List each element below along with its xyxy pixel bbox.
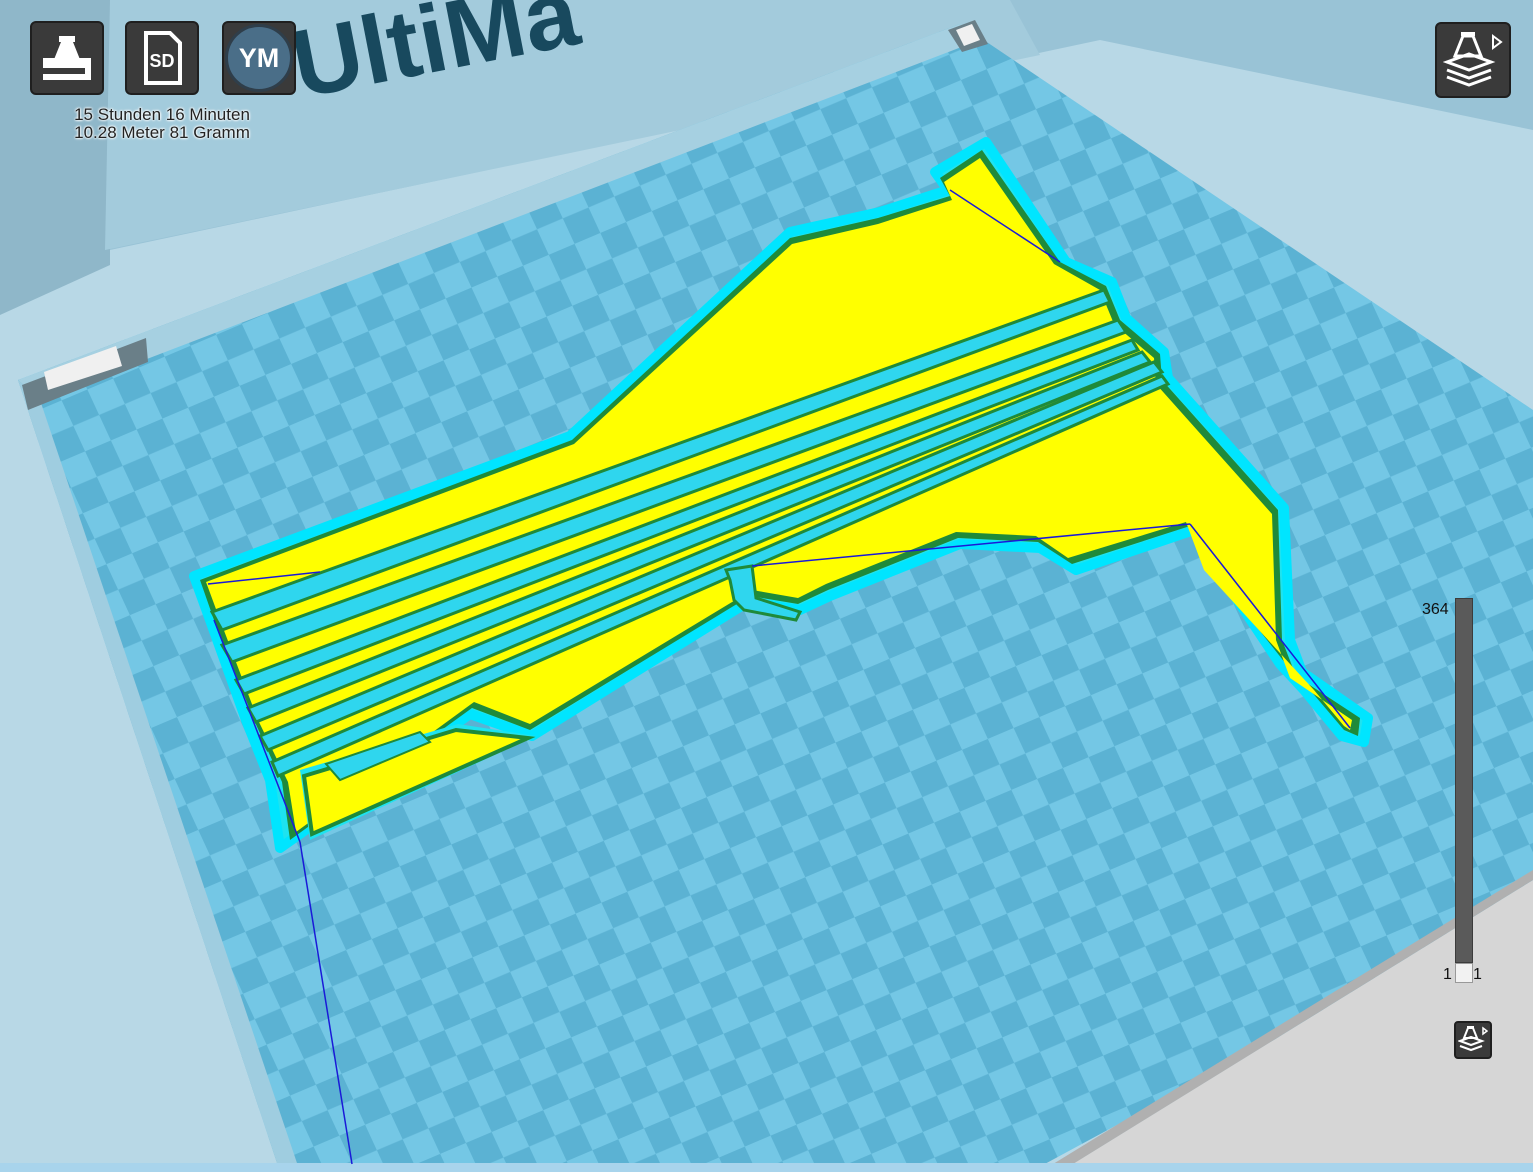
layer-view-icon xyxy=(1443,32,1503,87)
youmagine-logo: YM xyxy=(225,24,293,92)
sd-label: SD xyxy=(149,51,174,71)
layer-view-small-button[interactable] xyxy=(1454,1021,1492,1059)
layer-slider-track[interactable] xyxy=(1455,598,1473,963)
print-estimate: 15 Stunden 16 Minuten 10.28 Meter 81 Gra… xyxy=(40,106,284,142)
print-time: 15 Stunden 16 Minuten xyxy=(74,105,250,124)
printer-load-icon xyxy=(43,36,91,80)
bottom-strip xyxy=(0,1163,1533,1172)
layer-slider-handle[interactable] xyxy=(1455,963,1473,983)
sd-card-icon: SD xyxy=(144,31,182,85)
layer-slider-min-left: 1 xyxy=(1443,966,1452,983)
layer-slider-max: 364 xyxy=(1422,601,1449,618)
youmagine-button[interactable]: YM xyxy=(222,21,296,95)
layer-slider-min-right[interactable]: 1 xyxy=(1473,966,1482,984)
save-to-sd-button[interactable]: SD xyxy=(125,21,199,95)
layer-view-small-icon xyxy=(1458,1026,1488,1052)
view-mode-button[interactable] xyxy=(1435,22,1511,98)
build-plate-scene[interactable]: UltiMa xyxy=(0,0,1533,1172)
load-file-button[interactable] xyxy=(30,21,104,95)
3d-viewport[interactable]: UltiMa SD YM 15 Stunden 16 Minuten 10.28… xyxy=(0,0,1533,1172)
print-material: 10.28 Meter 81 Gramm xyxy=(74,123,250,142)
